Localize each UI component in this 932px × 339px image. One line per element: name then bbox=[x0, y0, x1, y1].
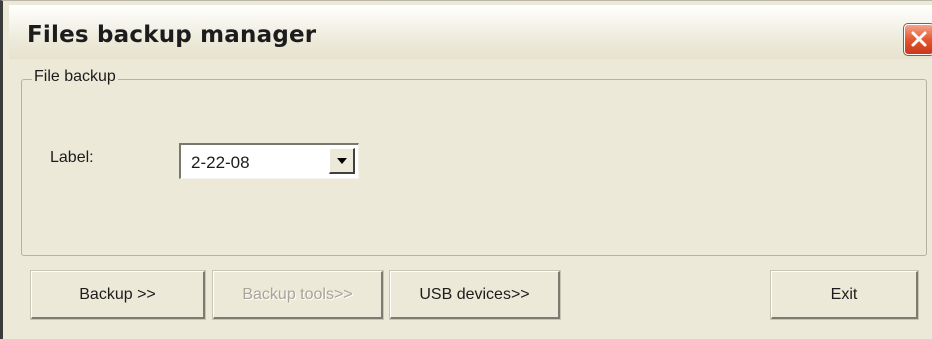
backup-button[interactable]: Backup >> bbox=[30, 270, 206, 320]
label-dropdown[interactable]: 2-22-08 bbox=[179, 143, 359, 179]
exit-button[interactable]: Exit bbox=[770, 270, 919, 320]
close-icon bbox=[911, 31, 927, 47]
title-bar[interactable]: Files backup manager bbox=[9, 5, 932, 59]
usb-devices-button[interactable]: USB devices>> bbox=[389, 270, 561, 320]
group-legend: File backup bbox=[32, 68, 118, 86]
file-backup-group bbox=[21, 79, 927, 256]
chevron-down-icon bbox=[337, 158, 347, 164]
close-button[interactable] bbox=[903, 23, 932, 56]
backup-manager-window: Files backup manager File backup Label: … bbox=[0, 0, 932, 339]
dropdown-arrow-button[interactable] bbox=[329, 148, 355, 174]
backup-tools-button[interactable]: Backup tools>> bbox=[212, 270, 384, 320]
label-dropdown-value: 2-22-08 bbox=[191, 153, 250, 172]
window-title: Files backup manager bbox=[27, 22, 317, 48]
label-caption: Label: bbox=[50, 149, 94, 166]
